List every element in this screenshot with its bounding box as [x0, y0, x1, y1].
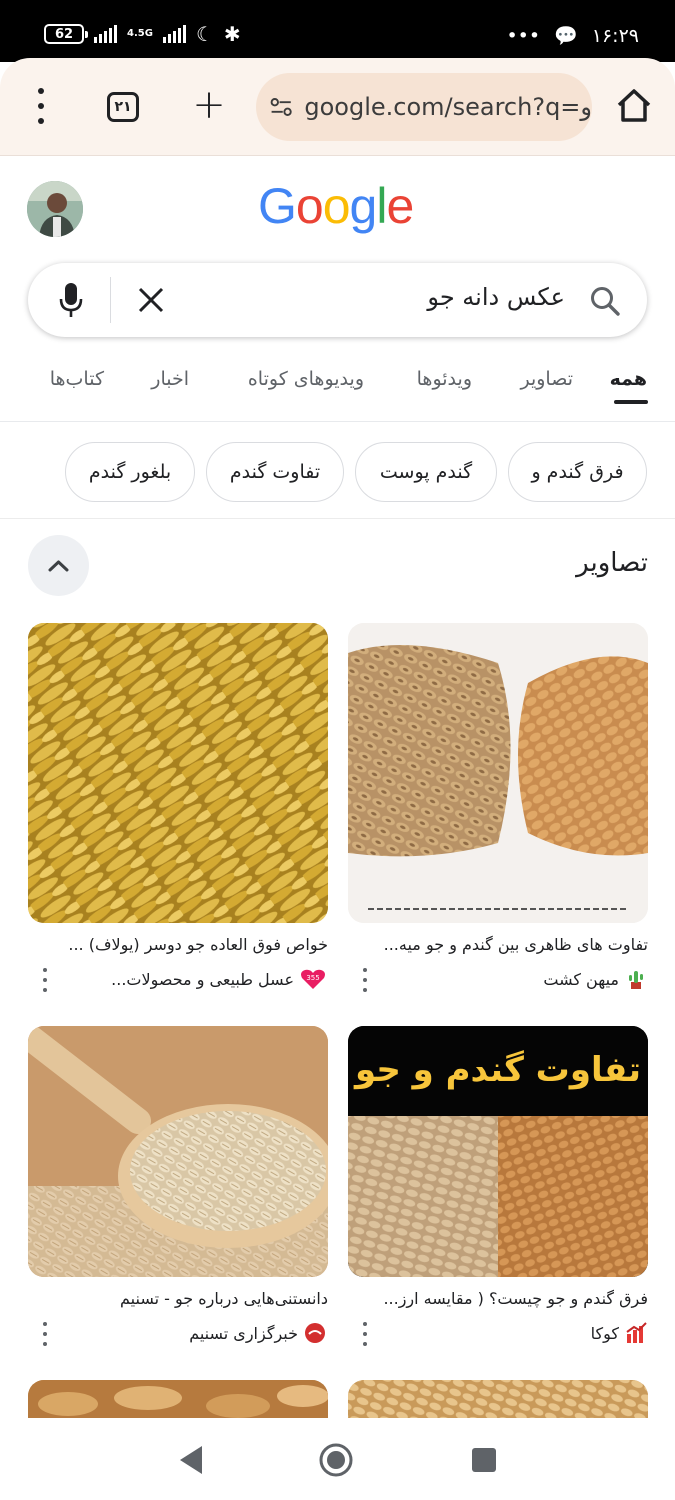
tab-short-videos[interactable]: ویدیوهای کوتاه — [248, 368, 364, 390]
status-right-group: ••• 💬 ۱۶:۲۹ — [506, 24, 639, 48]
tab-all[interactable]: همه — [610, 368, 647, 390]
google-logo: Google — [258, 177, 414, 235]
chip-wheat-barley-difference[interactable]: فرق گندم و — [508, 442, 647, 502]
chip-bulgur[interactable]: بلغور گندم — [65, 442, 195, 502]
image-1-caption[interactable]: تفاوت های ظاهری بین گندم و جو میه... — [348, 935, 648, 954]
image-1-photo — [348, 623, 648, 923]
search-divider — [110, 277, 111, 323]
url-text: google.com/search?q=و — [304, 93, 592, 121]
url-bar[interactable]: google.com/search?q=و — [256, 73, 592, 141]
back-icon[interactable] — [174, 1442, 210, 1478]
clear-icon[interactable] — [136, 285, 166, 315]
signal-2-icon — [162, 25, 186, 43]
related-chips: فرق گندم و گندم پوست تفاوت گندم بلغور گن… — [0, 440, 675, 506]
image-4-photo — [28, 1026, 328, 1277]
chevron-up-icon — [48, 560, 69, 572]
notification-dots: ••• — [506, 24, 541, 47]
chat-bubble-icon: 💬 — [554, 25, 578, 47]
image-2-more-icon[interactable] — [38, 968, 52, 992]
svg-text:355: 355 — [306, 974, 319, 982]
browser-toolbar: ۲۱ + google.com/search?q=و — [0, 58, 675, 156]
status-left-group: 62 4.5G ☾ ✱ — [44, 24, 241, 44]
image-1-source-name: میهن کشت — [543, 969, 619, 989]
355-heart-icon: 355 — [301, 969, 325, 989]
home-nav-icon[interactable] — [318, 1442, 354, 1478]
bluetooth-icon: ✱ — [223, 22, 241, 46]
active-tab-indicator — [614, 400, 648, 404]
image-1-more-icon[interactable] — [358, 968, 372, 992]
collapse-button[interactable] — [28, 535, 89, 596]
new-tab-icon[interactable]: + — [192, 85, 226, 126]
image-5-photo — [28, 1380, 328, 1418]
chart-icon — [626, 1322, 647, 1343]
google-logo-letter: G — [258, 178, 297, 234]
image-result-2[interactable] — [28, 623, 328, 923]
microphone-icon[interactable] — [58, 281, 84, 319]
avatar-photo — [27, 181, 83, 237]
menu-icon[interactable] — [28, 88, 54, 124]
google-logo-letter: l — [376, 178, 387, 234]
google-logo-letter: o — [322, 178, 351, 234]
tab-news[interactable]: اخبار — [151, 368, 189, 390]
clock: ۱۶:۲۹ — [591, 24, 639, 47]
moon-icon: ☾ — [195, 22, 214, 46]
image-1-source[interactable]: میهن کشت — [391, 968, 647, 990]
image-result-3[interactable]: تفاوت گندم و جو — [348, 1026, 648, 1277]
battery-level: 62 — [54, 26, 74, 42]
avatar[interactable] — [27, 181, 83, 237]
tab-switcher-button[interactable]: ۲۱ — [107, 92, 139, 122]
search-input[interactable]: عکس دانه جو — [427, 283, 565, 311]
system-nav-bar — [0, 1418, 675, 1500]
image-result-6[interactable] — [348, 1380, 648, 1418]
image-3-caption[interactable]: فرق گندم و جو چیست؟ ( مقایسه ارز... — [348, 1289, 648, 1308]
image-3-source[interactable]: کوکا — [391, 1322, 647, 1344]
search-box[interactable]: عکس دانه جو — [28, 263, 647, 337]
image-2-photo — [28, 623, 328, 923]
chip-wheat-difference[interactable]: تفاوت گندم — [206, 442, 344, 502]
tab-books[interactable]: کتاب‌ها — [50, 368, 104, 390]
image-4-caption[interactable]: دانستنی‌هایی درباره جو - تسنیم — [28, 1289, 328, 1308]
chip-wheat-hull[interactable]: گندم پوست — [355, 442, 497, 502]
home-icon[interactable] — [614, 86, 654, 126]
tab-images[interactable]: تصاویر — [520, 368, 573, 390]
image-3-overlay-text: تفاوت گندم و جو — [355, 1050, 641, 1090]
image-3-more-icon[interactable] — [358, 1322, 372, 1346]
tab-count: ۲۱ — [114, 99, 132, 115]
image-result-1[interactable] — [348, 623, 648, 923]
image-3-source-name: کوکا — [590, 1323, 619, 1343]
image-result-4[interactable] — [28, 1026, 328, 1277]
cactus-icon — [629, 971, 643, 989]
divider — [0, 518, 675, 519]
image-2-source-name: عسل طبیعی و محصولات... — [111, 969, 294, 989]
network-type: 4.5G — [127, 28, 153, 39]
site-settings-icon[interactable] — [270, 95, 292, 119]
image-4-source[interactable]: خبرگزاری تسنیم — [70, 1322, 326, 1344]
image-4-more-icon[interactable] — [38, 1322, 52, 1346]
signal-icon — [94, 25, 117, 43]
image-2-source[interactable]: 355 عسل طبیعی و محصولات... — [70, 968, 326, 990]
images-section-title: تصاویر — [576, 548, 648, 578]
image-4-source-name: خبرگزاری تسنیم — [189, 1323, 298, 1343]
battery-icon: 62 — [44, 24, 88, 44]
google-logo-letter: o — [295, 178, 324, 234]
google-logo-letter: e — [386, 178, 414, 234]
recents-icon[interactable] — [466, 1442, 502, 1478]
status-bar: 62 4.5G ☾ ✱ ••• 💬 ۱۶:۲۹ — [0, 0, 675, 62]
google-logo-letter: g — [349, 178, 378, 234]
image-result-5[interactable] — [28, 1380, 328, 1418]
image-6-photo — [348, 1380, 648, 1418]
tab-videos[interactable]: ویدئوها — [417, 368, 472, 390]
tasnim-icon — [305, 1323, 325, 1343]
search-icon[interactable] — [589, 285, 621, 317]
image-2-caption[interactable]: خواص فوق العاده جو دوسر (یولاف) ... — [28, 935, 328, 954]
search-tabs: همه تصاویر ویدئوها ویدیوهای کوتاه اخبار … — [0, 356, 675, 422]
